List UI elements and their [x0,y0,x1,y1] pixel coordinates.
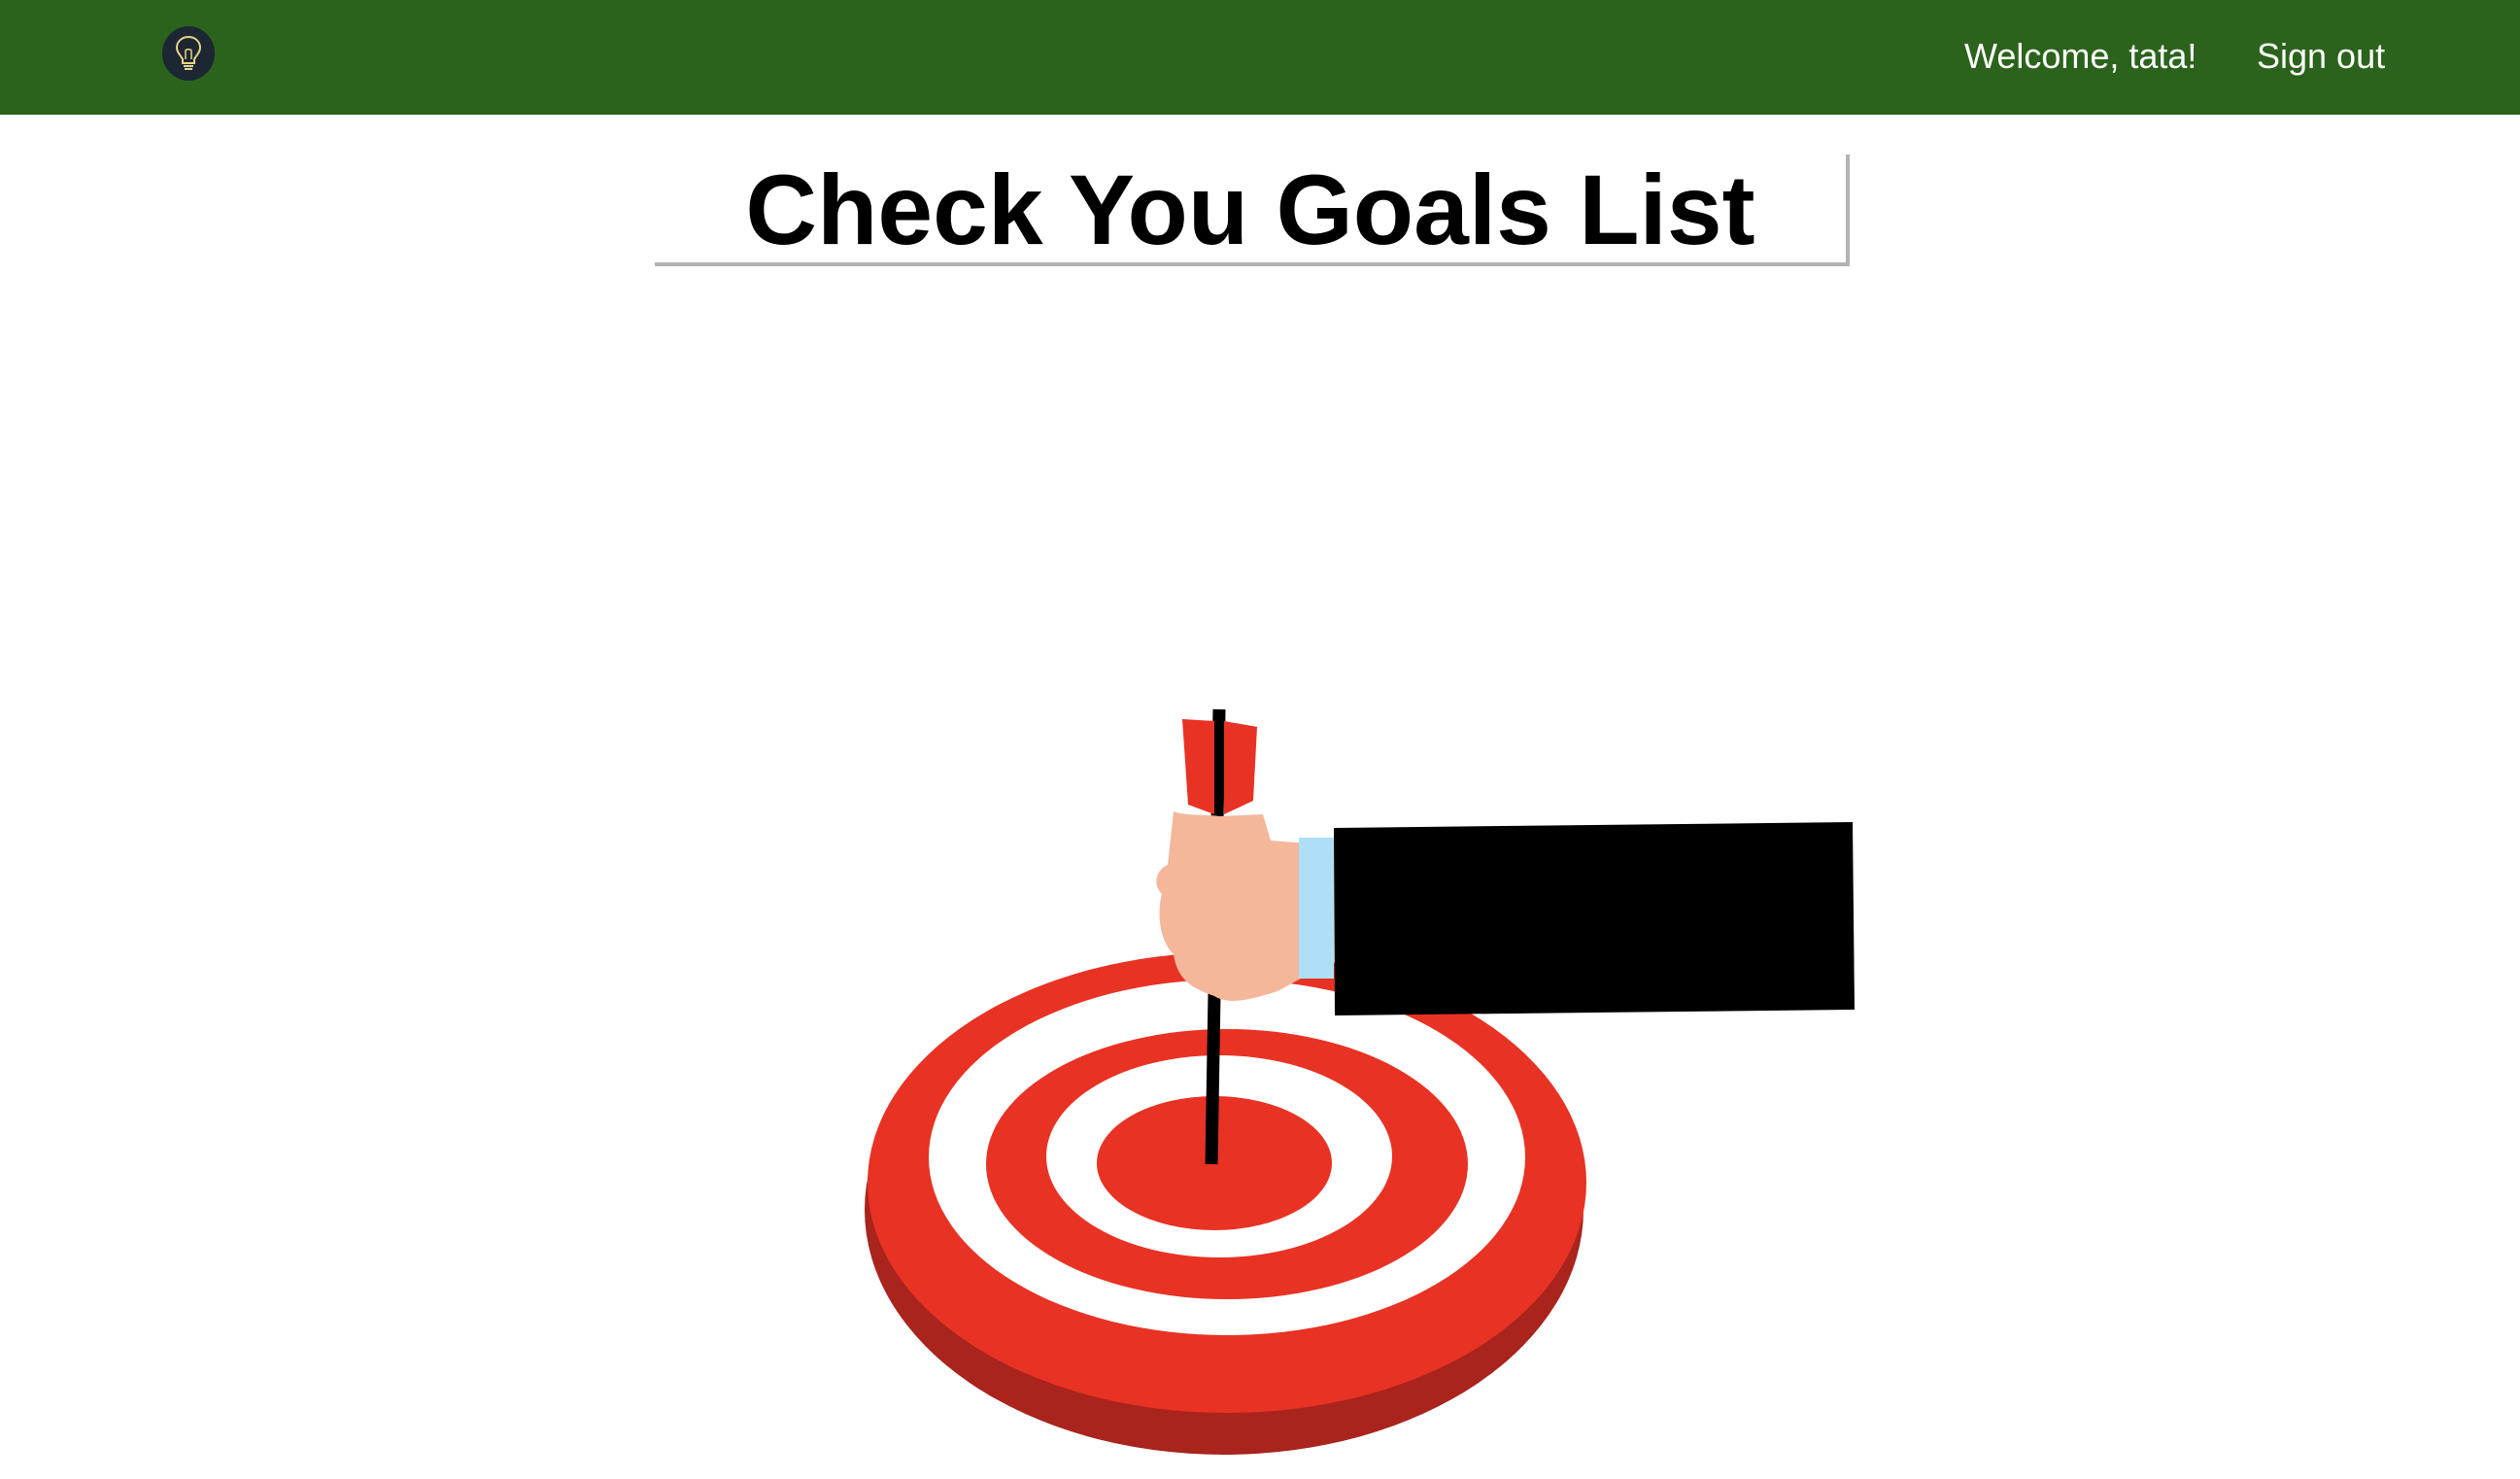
suit-sleeve [1334,822,1855,1015]
target-dart-hand-illustration [865,708,1855,1455]
page-title-box: Check You Goals List [655,155,1850,266]
arrow-fletching-left [1182,719,1214,814]
sign-out-link[interactable]: Sign out [2257,35,2385,78]
welcome-message: Welcome, tata! [1964,36,2197,76]
shirt-cuff [1299,838,1334,979]
top-navbar: Welcome, tata! Sign out [0,0,2520,115]
lightbulb-glyph [175,35,202,70]
lightbulb-icon[interactable] [162,26,215,81]
arrow-fletching-right [1224,721,1257,814]
page-title: Check You Goals List [745,155,1755,265]
